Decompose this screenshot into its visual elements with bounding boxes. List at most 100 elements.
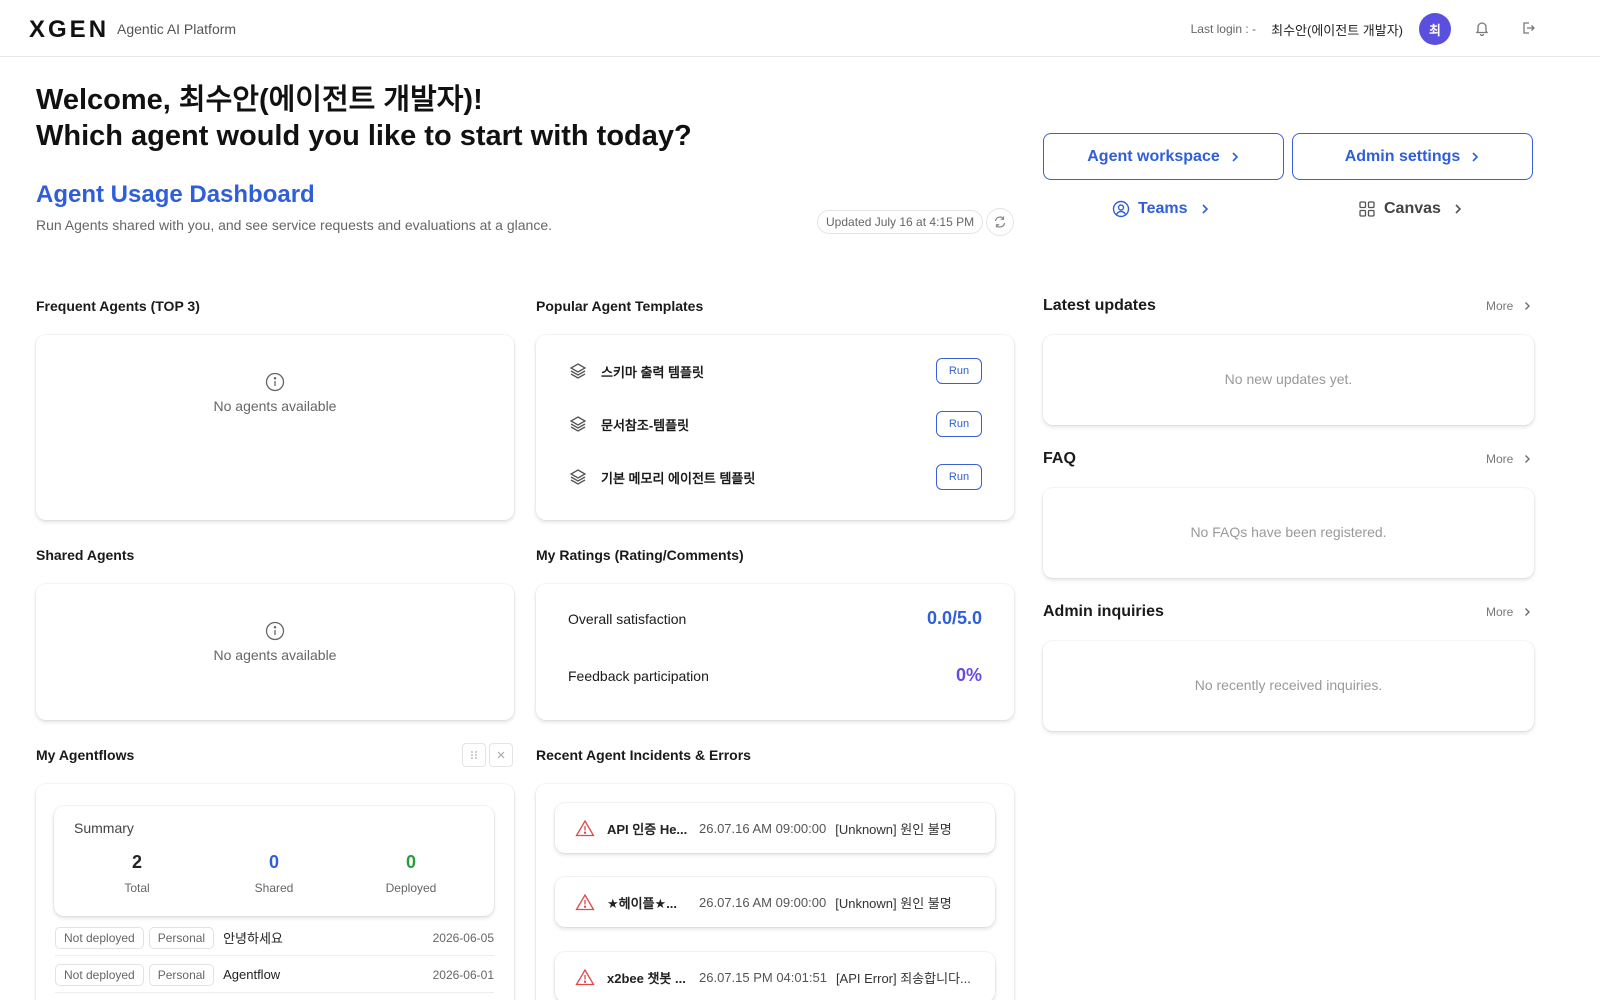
updated-badge: Updated July 16 at 4:15 PM: [817, 210, 984, 234]
layers-icon: [569, 363, 587, 379]
incident-title: x2bee 챗봇 ...: [607, 970, 686, 986]
user-name: 최수안(에이전트 개발자): [1271, 23, 1403, 38]
incident-item[interactable]: API 인증 He... 26.07.16 AM 09:00:00 [Unkno…: [555, 803, 995, 853]
dashboard-subtitle: Run Agents shared with you, and see serv…: [36, 217, 552, 233]
stat-deployed-label: Deployed: [385, 881, 437, 895]
layers-icon: [569, 469, 587, 485]
latest-more-link[interactable]: More: [1486, 299, 1531, 313]
stat-shared-label: Shared: [254, 881, 294, 895]
teams-link[interactable]: Teams: [1112, 200, 1210, 218]
run-button[interactable]: Run: [936, 464, 982, 490]
shared-agents-title: Shared Agents: [36, 547, 135, 563]
run-button[interactable]: Run: [936, 411, 982, 437]
template-name: 스키마 출력 템플릿: [601, 364, 704, 380]
latest-updates-title: Latest updates: [1043, 297, 1156, 314]
more-label: More: [1486, 452, 1514, 466]
chevron-right-icon: [1525, 455, 1531, 463]
latest-updates-card: No new updates yet.: [1043, 335, 1534, 425]
incidents-title: Recent Agent Incidents & Errors: [536, 747, 751, 763]
participation-row: Feedback participation 0%: [568, 665, 982, 686]
welcome-line-1: Welcome, 최수안(에이전트 개발자)!: [36, 84, 483, 116]
templates-card: 스키마 출력 템플릿 Run 문서참조-템플릿 Run 기본 메모리 에이전트 …: [536, 335, 1014, 520]
canvas-link[interactable]: Canvas: [1358, 200, 1463, 218]
template-row: 문서참조-템플릿 Run: [569, 411, 982, 437]
stat-total-value: 2: [131, 852, 142, 872]
frequent-agents-card: No agents available: [36, 335, 514, 520]
latest-updates-empty: No new updates yet.: [1224, 371, 1353, 387]
dashboard-title: Agent Usage Dashboard: [36, 181, 315, 208]
top-bar: XGEN Agentic AI Platform Last login : - …: [0, 0, 1600, 57]
stat-deployed: 0 Deployed: [351, 852, 471, 895]
canvas-label: Canvas: [1384, 200, 1441, 217]
templates-title: Popular Agent Templates: [536, 298, 704, 314]
warning-icon: [575, 819, 595, 837]
incident-item[interactable]: x2bee 챗봇 ... 26.07.15 PM 04:01:51 [API E…: [555, 952, 995, 1000]
agent-workspace-button[interactable]: Agent workspace: [1043, 133, 1284, 180]
logo[interactable]: XGEN: [29, 16, 109, 44]
incident-message: [API Error] 죄송합니다...: [835, 970, 971, 986]
list-item[interactable]: Not deployed Personal 안녕하세요 2026-06-05: [55, 920, 494, 956]
incident-item[interactable]: ★헤이플★... 26.07.16 AM 09:00:00 [Unknown] …: [555, 877, 995, 927]
more-label: More: [1486, 299, 1514, 313]
admin-inquiries-title: Admin inquiries: [1043, 603, 1164, 620]
faq-card: No FAQs have been registered.: [1043, 488, 1534, 578]
run-button[interactable]: Run: [936, 358, 982, 384]
ratings-card: Overall satisfaction 0.0/5.0 Feedback pa…: [536, 584, 1014, 720]
logo-text: GEN: [48, 16, 110, 43]
last-login: Last login : -: [1190, 22, 1256, 36]
chevron-right-icon: [1455, 204, 1462, 214]
bell-icon[interactable]: [1472, 18, 1492, 38]
summary-title: Summary: [74, 820, 134, 836]
incident-title: API 인증 He...: [607, 821, 688, 837]
ratings-title: My Ratings (Rating/Comments): [536, 547, 744, 563]
faq-title: FAQ: [1043, 450, 1076, 467]
stat-shared-value: 0: [268, 852, 279, 872]
layers-icon: [569, 416, 587, 432]
faq-more-link[interactable]: More: [1486, 452, 1531, 466]
flow-date: 2026-06-01: [432, 967, 494, 982]
participation-value: 0%: [955, 665, 982, 685]
stat-deployed-value: 0: [405, 852, 416, 872]
warning-icon: [575, 893, 595, 911]
template-name: 문서참조-템플릿: [601, 417, 690, 433]
incident-message: [Unknown] 원인 불명: [835, 821, 952, 837]
participation-label: Feedback participation: [568, 667, 709, 684]
shared-agents-card: No agents available: [36, 584, 514, 720]
flow-name: 안녕하세요: [223, 931, 283, 946]
chevron-right-icon: [1472, 151, 1479, 162]
stat-total: 2 Total: [77, 852, 197, 895]
agentflows-title: My Agentflows: [36, 747, 135, 763]
info-icon: [265, 621, 285, 641]
incident-message: [Unknown] 원인 불명: [835, 895, 952, 911]
chevron-right-icon: [1232, 151, 1238, 162]
template-row: 스키마 출력 템플릿 Run: [569, 358, 982, 384]
chevron-right-icon: [1525, 302, 1531, 310]
status-badge: Not deployed: [55, 963, 144, 986]
shared-agents-empty: No agents available: [213, 647, 337, 663]
satisfaction-label: Overall satisfaction: [568, 610, 687, 627]
platform-name: Agentic AI Platform: [117, 21, 237, 37]
refresh-button[interactable]: [986, 208, 1014, 236]
template-name: 기본 메모리 에이전트 템플릿: [601, 470, 756, 486]
admin-inquiries-card: No recently received inquiries.: [1043, 641, 1534, 731]
welcome-line-2: Which agent would you like to start with…: [36, 120, 692, 152]
admin-settings-button[interactable]: Admin settings: [1292, 133, 1533, 180]
list-item[interactable]: Not deployed Personal Agentflow 2026-06-…: [55, 957, 494, 993]
teams-label: Teams: [1138, 200, 1188, 217]
faq-empty: No FAQs have been registered.: [1190, 524, 1387, 540]
avatar[interactable]: 최: [1419, 13, 1451, 45]
admin-settings-label: Admin settings: [1344, 147, 1461, 165]
user-circle-icon: [1112, 200, 1130, 218]
more-label: More: [1486, 605, 1514, 619]
inquiries-more-link[interactable]: More: [1486, 605, 1531, 619]
frequent-agents-empty: No agents available: [213, 398, 337, 414]
close-icon[interactable]: [489, 743, 513, 767]
frequent-agents-title: Frequent Agents (TOP 3): [36, 298, 200, 314]
warning-icon: [575, 968, 595, 986]
incident-time: 26.07.16 AM 09:00:00: [699, 894, 827, 910]
drag-handle-icon[interactable]: [462, 743, 486, 767]
scope-badge: Personal: [148, 963, 215, 986]
logout-icon[interactable]: [1518, 18, 1538, 38]
logo-mark: X: [29, 16, 49, 43]
incident-time: 26.07.16 AM 09:00:00: [699, 820, 827, 836]
